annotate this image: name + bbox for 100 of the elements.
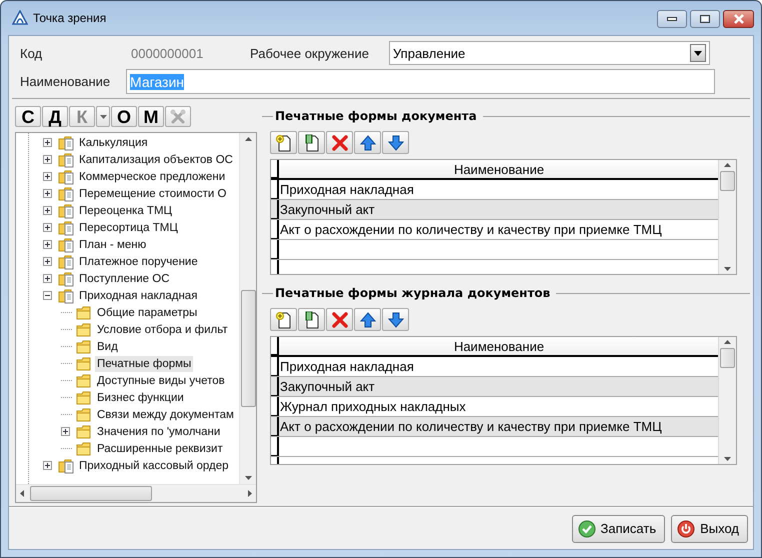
document-folder-icon bbox=[58, 168, 74, 184]
tree-item[interactable]: Общие параметры bbox=[95, 304, 200, 320]
delete-button[interactable] bbox=[326, 308, 353, 331]
document-folder-icon bbox=[58, 288, 74, 304]
scroll-down-icon bbox=[724, 457, 731, 461]
tree-item[interactable]: Печатные формы bbox=[95, 356, 194, 372]
new-document-button[interactable] bbox=[270, 131, 297, 154]
scroll-thumb[interactable] bbox=[720, 348, 735, 368]
tree-item[interactable]: Приходный кассовый ордер bbox=[77, 458, 231, 474]
tree-item[interactable]: Переоценка ТМЦ bbox=[77, 202, 174, 218]
scroll-up-icon bbox=[724, 163, 731, 167]
folder-icon bbox=[76, 372, 92, 388]
scroll-down-icon bbox=[724, 267, 731, 271]
document-folder-icon bbox=[58, 186, 74, 202]
code-value: 0000000001 bbox=[131, 46, 204, 60]
scrollbar[interactable] bbox=[16, 484, 256, 502]
power-circle-icon bbox=[677, 520, 696, 538]
document-folder-icon bbox=[58, 236, 74, 252]
edit-document-button[interactable] bbox=[298, 131, 325, 154]
expand-icon[interactable] bbox=[43, 223, 52, 232]
close-icon bbox=[732, 14, 744, 24]
caret-icon bbox=[100, 114, 106, 118]
expand-icon[interactable] bbox=[43, 155, 52, 164]
tree-item[interactable]: Пересортица ТМЦ bbox=[77, 220, 180, 236]
scroll-down-icon bbox=[244, 476, 252, 480]
tree-item[interactable]: Доступные виды учетов bbox=[95, 372, 227, 388]
move-up-button[interactable] bbox=[354, 131, 381, 154]
move-down-button[interactable] bbox=[382, 131, 409, 154]
scroll-thumb[interactable] bbox=[720, 171, 735, 191]
tree-item[interactable]: Бизнес функции bbox=[95, 390, 186, 406]
toolbar-button[interactable]: О bbox=[111, 106, 137, 127]
edit-document-button[interactable] bbox=[298, 308, 325, 331]
table-cell-text: Акт о расхождении по количеству и качеству при приемке ТМЦ bbox=[279, 418, 663, 436]
folder-icon bbox=[76, 424, 92, 440]
move-up-button[interactable] bbox=[354, 308, 381, 331]
tree-item[interactable]: Коммерческое предложени bbox=[77, 168, 228, 184]
document-folder-icon bbox=[58, 134, 74, 150]
tree-item[interactable]: План - меню bbox=[77, 236, 148, 252]
tree-item[interactable]: Перемещение стоимости О bbox=[77, 186, 228, 202]
delete-button[interactable] bbox=[326, 131, 353, 154]
scrollbar[interactable] bbox=[718, 337, 736, 464]
expand-icon[interactable] bbox=[43, 257, 52, 266]
toolbar-button[interactable]: С bbox=[15, 106, 41, 127]
tree-item[interactable]: Капитализация объектов ОС bbox=[77, 152, 235, 168]
arrow-down-icon bbox=[386, 134, 404, 152]
tree-item[interactable]: Поступление ОС bbox=[77, 270, 172, 286]
document-folder-icon bbox=[58, 458, 74, 474]
document-folder-icon bbox=[58, 202, 74, 218]
expand-icon[interactable] bbox=[43, 206, 52, 215]
field-label: Код bbox=[20, 46, 44, 60]
document-plus-icon bbox=[274, 134, 292, 152]
scrollbar[interactable] bbox=[718, 160, 736, 274]
scroll-thumb[interactable] bbox=[30, 486, 152, 501]
close-button[interactable] bbox=[723, 10, 754, 28]
tree-item[interactable]: Калькуляция bbox=[77, 134, 150, 150]
expand-icon[interactable] bbox=[43, 138, 52, 147]
minimize-button[interactable] bbox=[657, 10, 687, 28]
crossed-tools-icon bbox=[170, 108, 186, 124]
folder-icon bbox=[76, 338, 92, 354]
scrollbar[interactable] bbox=[239, 133, 256, 484]
table-cell-text: Приходная накладная bbox=[279, 181, 415, 199]
tree-item[interactable]: Вид bbox=[95, 338, 120, 354]
caret-icon bbox=[694, 50, 702, 56]
tree-item[interactable]: Связи между документам bbox=[95, 406, 236, 422]
table-cell-text: Закупочный акт bbox=[279, 201, 376, 219]
toolbar-button[interactable]: М bbox=[138, 106, 164, 127]
document-edit-icon bbox=[302, 134, 320, 152]
document-folder-icon bbox=[58, 152, 74, 168]
new-document-button[interactable] bbox=[270, 308, 297, 331]
tree-item[interactable]: Приходная накладная bbox=[77, 288, 200, 304]
toolbar-button[interactable]: Д bbox=[42, 106, 68, 127]
app-icon bbox=[12, 10, 28, 26]
tree-item[interactable]: Значения по 'умолчани bbox=[95, 424, 222, 440]
expand-icon[interactable] bbox=[61, 427, 70, 436]
folder-icon bbox=[76, 304, 92, 320]
scroll-thumb[interactable] bbox=[240, 290, 256, 407]
expand-icon[interactable] bbox=[43, 172, 52, 181]
collapse-icon[interactable] bbox=[43, 291, 52, 300]
tree-item[interactable]: Условие отбора и фильт bbox=[95, 322, 230, 338]
save-button[interactable]: Записать bbox=[572, 514, 666, 542]
expand-icon[interactable] bbox=[43, 461, 52, 470]
maximize-button[interactable] bbox=[690, 10, 720, 28]
expand-icon[interactable] bbox=[43, 240, 52, 249]
environment-dropdown[interactable]: Управление bbox=[389, 41, 710, 65]
document-plus-icon bbox=[274, 310, 292, 328]
cross-icon bbox=[330, 310, 348, 328]
tree-item[interactable]: Расширенные реквизит bbox=[95, 440, 225, 456]
table-cell-text: Приходная накладная bbox=[279, 358, 415, 376]
folder-icon bbox=[76, 440, 92, 456]
move-down-button[interactable] bbox=[382, 308, 409, 331]
exit-button[interactable]: Выход bbox=[671, 514, 748, 542]
folder-icon bbox=[76, 322, 92, 338]
tree-item[interactable]: Платежное поручение bbox=[77, 254, 200, 270]
scroll-up-icon bbox=[724, 340, 731, 344]
arrow-up-icon bbox=[358, 134, 376, 152]
expand-icon[interactable] bbox=[43, 189, 52, 198]
expand-icon[interactable] bbox=[43, 274, 52, 283]
table-cell-text: Журнал приходных накладных bbox=[279, 398, 467, 416]
cross-icon bbox=[330, 134, 348, 152]
scroll-left-icon bbox=[20, 490, 24, 497]
